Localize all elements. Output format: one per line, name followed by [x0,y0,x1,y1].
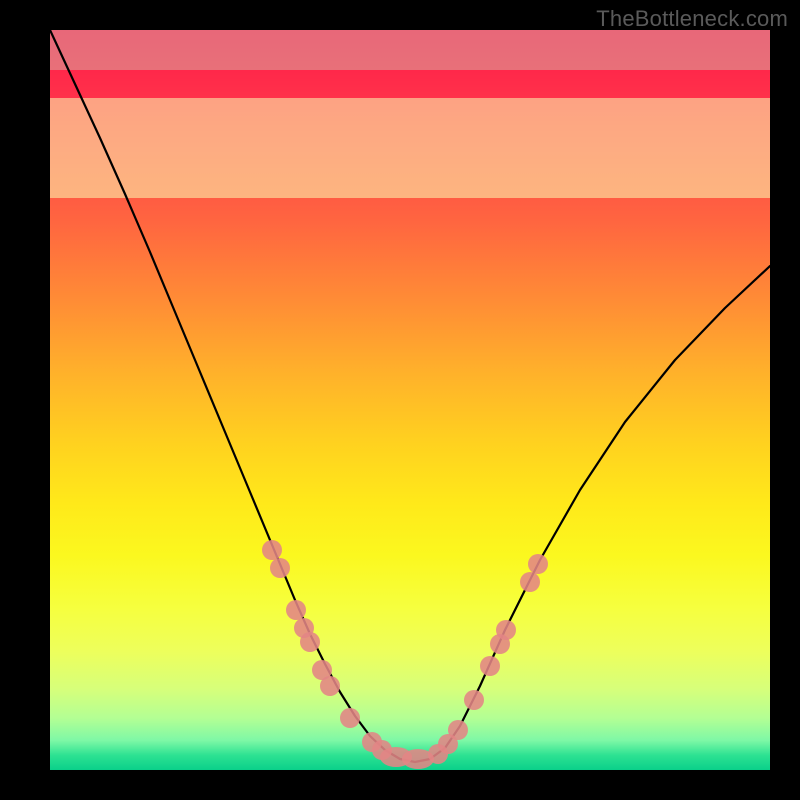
data-marker [496,620,516,640]
data-marker [340,708,360,728]
data-marker [320,676,340,696]
band-pastel-yellow [50,98,770,198]
data-marker [448,720,468,740]
plot-svg [50,30,770,770]
plot-area [50,30,770,770]
watermark-text: TheBottleneck.com [596,6,788,32]
data-marker [270,558,290,578]
data-marker [520,572,540,592]
marker-group [262,540,548,769]
data-marker [286,600,306,620]
data-marker [262,540,282,560]
band-pastel-green [50,30,770,70]
data-marker [464,690,484,710]
chart-container: TheBottleneck.com [0,0,800,800]
data-marker [480,656,500,676]
data-marker [300,632,320,652]
data-marker [528,554,548,574]
